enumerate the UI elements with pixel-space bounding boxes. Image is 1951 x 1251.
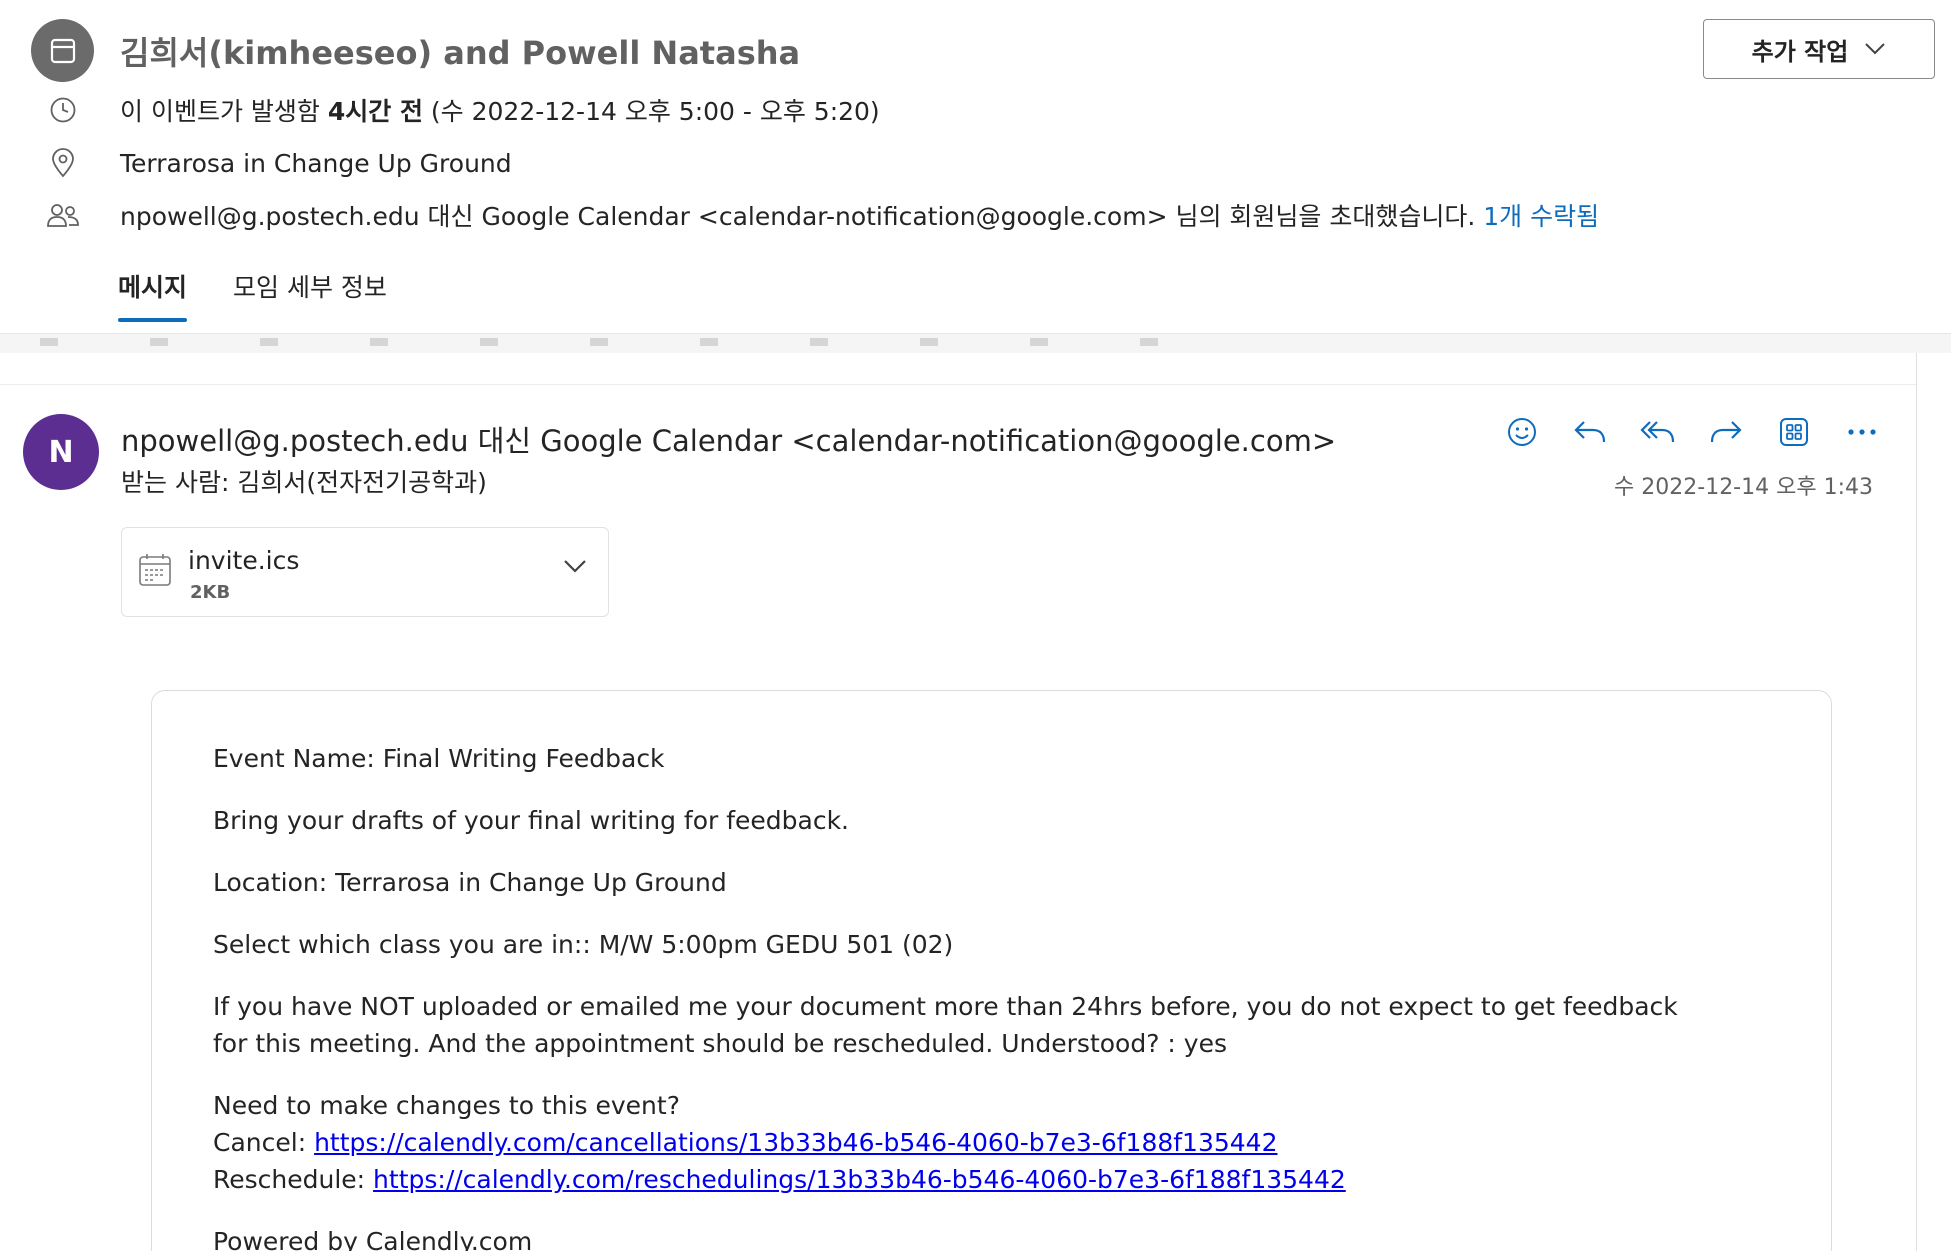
reschedule-label: Reschedule: — [213, 1165, 374, 1194]
event-title: 김희서(kimheeseo) and Powell Natasha — [120, 34, 801, 72]
tab-meeting-details[interactable]: 모임 세부 정보 — [233, 268, 387, 322]
recipients-line: 받는 사람: 김희서(전자전기공학과) — [121, 468, 487, 497]
organizer-text: npowell@g.postech.edu 대신 Google Calendar… — [120, 202, 1484, 231]
calendar-file-icon — [138, 553, 172, 591]
cancel-link[interactable]: https://calendly.com/cancellations/13b33… — [314, 1128, 1277, 1157]
event-header: 김희서(kimheeseo) and Powell Natasha 추가 작업 … — [0, 0, 1951, 333]
class-line: Select which class you are in:: M/W 5:00… — [213, 930, 954, 959]
event-time-text: 이 이벤트가 발생함 4시간 전 (수 2022-12-14 오후 5:00 -… — [120, 92, 880, 128]
event-time-prefix: 이 이벤트가 발생함 — [120, 97, 328, 126]
people-icon — [46, 198, 80, 232]
event-location: Terrarosa in Change Up Ground — [120, 148, 512, 178]
chevron-down-icon[interactable] — [562, 558, 588, 578]
changes-paragraph: Need to make changes to this event? Canc… — [213, 1087, 1693, 1198]
reschedule-link[interactable]: https://calendly.com/reschedulings/13b33… — [373, 1165, 1346, 1194]
attachment-name: invite.ics — [188, 546, 300, 575]
description-line: Bring your drafts of your final writing … — [213, 806, 849, 835]
attachment-size: 2KB — [190, 582, 231, 603]
message-body: Event Name: Final Writing Feedback Bring… — [213, 740, 1693, 1251]
event-location-row: Terrarosa in Change Up Ground — [0, 143, 1700, 183]
powered-by: Powered by Calendly.com — [213, 1227, 533, 1251]
more-actions-button[interactable]: 추가 작업 — [1703, 19, 1935, 79]
location-line: Location: Terrarosa in Change Up Ground — [213, 868, 727, 897]
notice-line-1: If you have NOT uploaded or emailed me y… — [213, 992, 1678, 1021]
event-organizer-text: npowell@g.postech.edu 대신 Google Calendar… — [120, 197, 1599, 233]
sender-name[interactable]: npowell@g.postech.edu 대신 Google Calendar… — [121, 418, 1336, 460]
message-separator — [0, 384, 1916, 385]
event-organizer-row: npowell@g.postech.edu 대신 Google Calendar… — [0, 195, 1700, 235]
clock-icon — [46, 93, 80, 127]
more-icon[interactable] — [1840, 410, 1884, 454]
event-time-row: 이 이벤트가 발생함 4시간 전 (수 2022-12-14 오후 5:00 -… — [0, 90, 1700, 130]
forward-icon[interactable] — [1704, 410, 1748, 454]
event-tabs: 메시지 모임 세부 정보 — [118, 268, 387, 322]
notice-paragraph: If you have NOT uploaded or emailed me y… — [213, 988, 1693, 1062]
reply-icon[interactable] — [1568, 410, 1612, 454]
message-actions — [1500, 410, 1884, 454]
sender-avatar[interactable]: N — [23, 414, 99, 490]
accepted-count-link[interactable]: 1개 수락됨 — [1483, 202, 1599, 231]
attachment-card[interactable]: invite.ics 2KB — [121, 527, 609, 617]
event-time-relative: 4시간 전 — [327, 97, 423, 126]
calendar-event-icon — [31, 19, 94, 82]
event-time-range: (수 2022-12-14 오후 5:00 - 오후 5:20) — [422, 97, 880, 126]
chevron-down-icon — [1865, 43, 1886, 55]
event-name-line: Event Name: Final Writing Feedback — [213, 744, 665, 773]
emoji-icon[interactable] — [1500, 410, 1544, 454]
hidden-subject-line — [40, 338, 1220, 346]
notice-line-2: for this meeting. And the appointment sh… — [213, 1029, 1227, 1058]
location-pin-icon — [46, 146, 80, 180]
reading-pane-border — [1916, 353, 1917, 1251]
reply-all-icon[interactable] — [1636, 410, 1680, 454]
more-actions-label: 추가 작업 — [1751, 37, 1849, 66]
changes-heading: Need to make changes to this event? — [213, 1091, 680, 1120]
cancel-label: Cancel: — [213, 1128, 315, 1157]
message-date: 수 2022-12-14 오후 1:43 — [1614, 475, 1873, 500]
apps-icon[interactable] — [1772, 410, 1816, 454]
tab-message[interactable]: 메시지 — [118, 268, 188, 322]
